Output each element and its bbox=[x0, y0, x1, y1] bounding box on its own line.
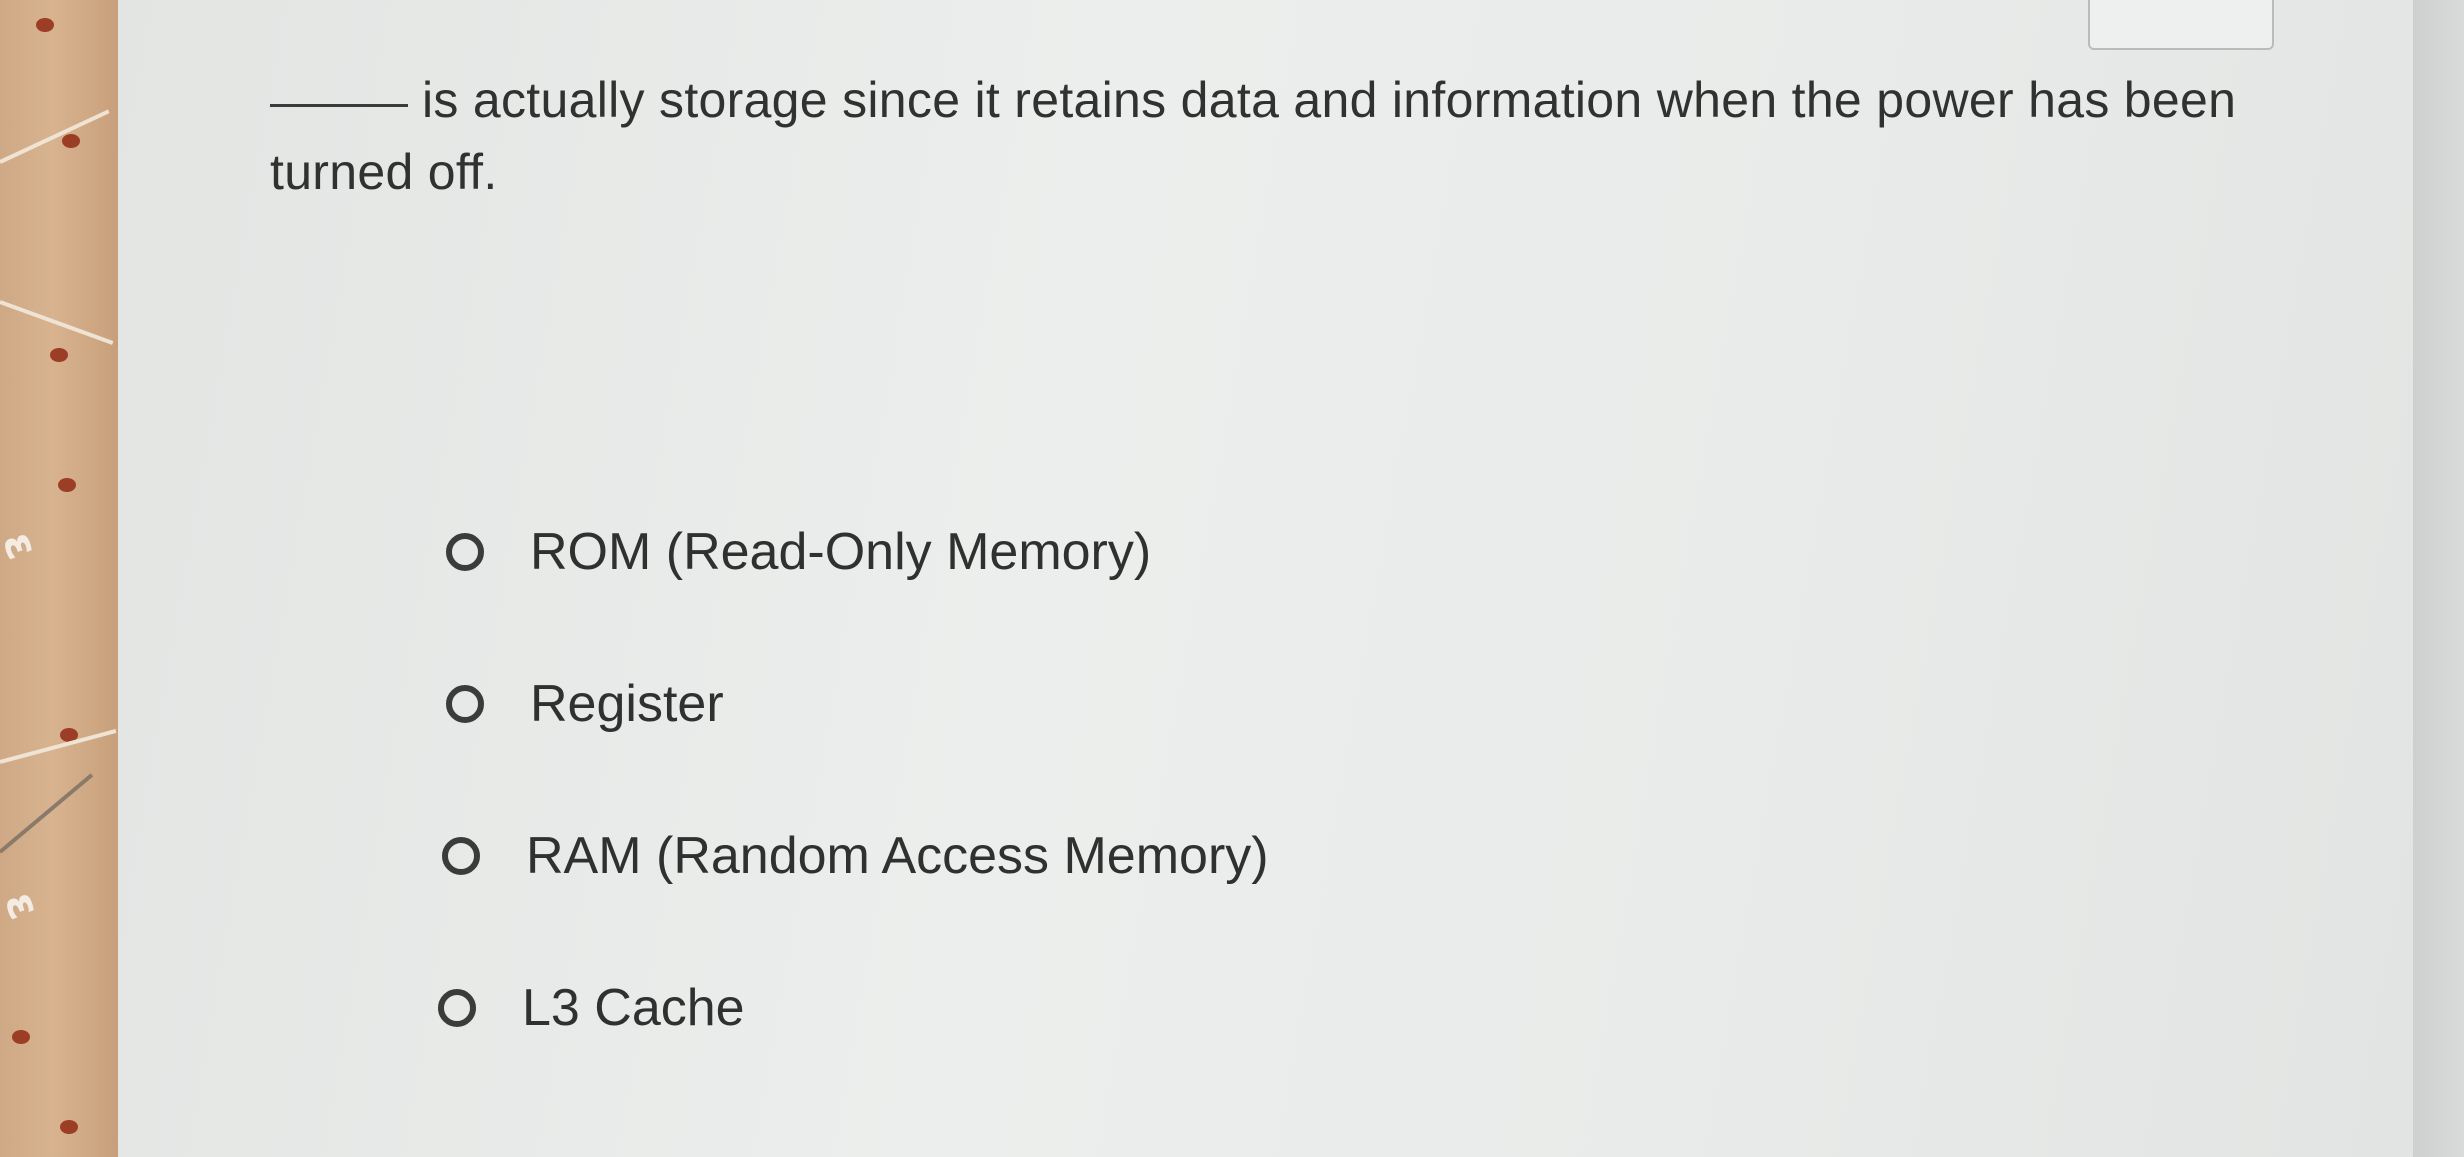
decor-line bbox=[0, 729, 117, 764]
decor-line bbox=[0, 300, 114, 345]
background-desk-edge: ε ε bbox=[0, 0, 118, 1157]
option-rom[interactable]: ROM (Read-Only Memory) bbox=[446, 512, 1151, 592]
question-text: is actually storage since it retains dat… bbox=[270, 72, 2237, 200]
option-label: RAM (Random Access Memory) bbox=[526, 827, 1269, 885]
option-label: ROM (Read-Only Memory) bbox=[530, 523, 1152, 581]
option-label: L3 Cache bbox=[522, 979, 745, 1037]
answer-blank bbox=[270, 104, 408, 107]
decor-dot bbox=[36, 18, 54, 32]
radio-button[interactable] bbox=[442, 837, 480, 875]
decor-dot bbox=[50, 348, 68, 362]
question-prompt: is actually storage since it retains dat… bbox=[270, 64, 2270, 208]
radio-button[interactable] bbox=[438, 989, 476, 1027]
decor-dot bbox=[58, 478, 76, 492]
decor-dot bbox=[62, 134, 80, 148]
decor-line bbox=[0, 773, 94, 854]
radio-button[interactable] bbox=[446, 533, 484, 571]
decor-mark: ε bbox=[0, 525, 49, 566]
decor-dot bbox=[60, 1120, 78, 1134]
decor-dot bbox=[12, 1030, 30, 1044]
screen-edge bbox=[2413, 0, 2464, 1157]
option-register[interactable]: Register bbox=[446, 664, 724, 744]
decor-line bbox=[0, 109, 110, 164]
option-ram[interactable]: RAM (Random Access Memory) bbox=[442, 816, 1269, 896]
option-l3-cache[interactable]: L3 Cache bbox=[438, 968, 745, 1048]
decor-mark: ε bbox=[0, 885, 51, 926]
option-label: Register bbox=[530, 675, 724, 733]
radio-button[interactable] bbox=[446, 685, 484, 723]
top-right-box[interactable] bbox=[2088, 0, 2274, 50]
